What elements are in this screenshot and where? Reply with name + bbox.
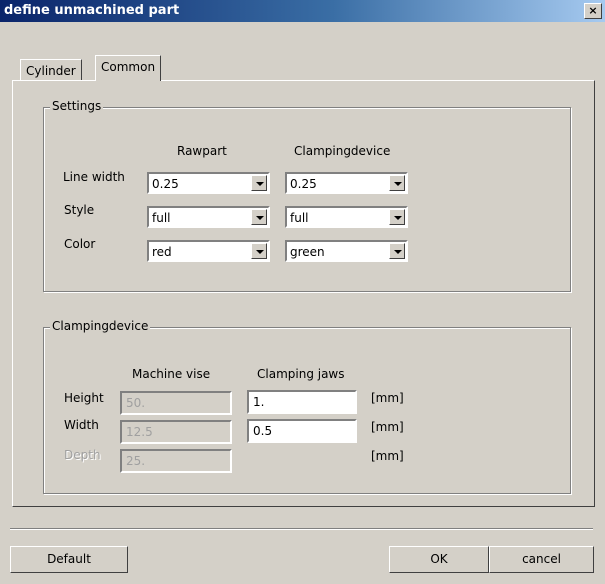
clamping-style-select[interactable]: full (285, 206, 408, 228)
chevron-down-icon[interactable] (251, 209, 267, 225)
footer-separator (10, 528, 593, 530)
settings-legend: Settings (50, 99, 104, 113)
clamping-style-value: full (290, 211, 309, 225)
vise-width-field: 12.5 (120, 420, 232, 444)
settings-group: Settings Rawpart Clampingdevice Line wid… (43, 99, 571, 292)
rawpart-color-select[interactable]: red (147, 240, 270, 262)
width-unit: [mm] (371, 420, 404, 434)
default-button[interactable]: Default (10, 546, 128, 573)
rawpart-style-value: full (152, 211, 171, 225)
rawpart-column-header: Rawpart (177, 144, 227, 158)
style-label: Style (64, 203, 95, 217)
tab-cylinder-label: Cylinder (26, 64, 76, 78)
chevron-down-icon[interactable] (389, 209, 405, 225)
window-title: define unmachined part (4, 3, 180, 18)
clampingdevice-legend: Clampingdevice (50, 319, 151, 333)
clamping-line-width-value: 0.25 (290, 177, 317, 191)
tab-panel-common: Settings Rawpart Clampingdevice Line wid… (12, 80, 595, 507)
tab-common[interactable]: Common (95, 55, 162, 81)
height-unit: [mm] (371, 391, 404, 405)
height-label: Height (64, 391, 104, 405)
rawpart-style-select[interactable]: full (147, 206, 270, 228)
clampingdevice-group: Clampingdevice Machine vise Clamping jaw… (43, 319, 571, 494)
rawpart-line-width-select[interactable]: 0.25 (147, 172, 270, 194)
depth-label: Depth (64, 448, 101, 462)
ok-button[interactable]: OK (389, 546, 489, 573)
chevron-down-icon[interactable] (251, 243, 267, 259)
jaws-width-field[interactable]: 0.5 (247, 419, 357, 443)
cancel-button[interactable]: cancel (489, 546, 594, 573)
clamping-color-select[interactable]: green (285, 240, 408, 262)
rawpart-line-width-value: 0.25 (152, 177, 179, 191)
color-label: Color (64, 237, 96, 251)
clamping-line-width-select[interactable]: 0.25 (285, 172, 408, 194)
tab-common-label: Common (101, 60, 156, 74)
vise-depth-field: 25. (120, 449, 232, 473)
title-bar: define unmachined part × (0, 0, 605, 22)
clamping-color-value: green (290, 245, 325, 259)
clampingdevice-column-header: Clampingdevice (294, 144, 391, 158)
clamping-jaws-column-header: Clamping jaws (257, 367, 345, 381)
machine-vise-column-header: Machine vise (132, 367, 211, 381)
chevron-down-icon[interactable] (389, 243, 405, 259)
close-button[interactable]: × (584, 3, 602, 19)
chevron-down-icon[interactable] (251, 175, 267, 191)
vise-height-field: 50. (120, 391, 232, 415)
width-label: Width (64, 418, 99, 432)
tab-cylinder[interactable]: Cylinder (20, 59, 82, 82)
line-width-label: Line width (63, 170, 125, 184)
jaws-height-field[interactable]: 1. (247, 390, 357, 414)
depth-unit: [mm] (371, 449, 404, 463)
rawpart-color-value: red (152, 245, 172, 259)
chevron-down-icon[interactable] (389, 175, 405, 191)
